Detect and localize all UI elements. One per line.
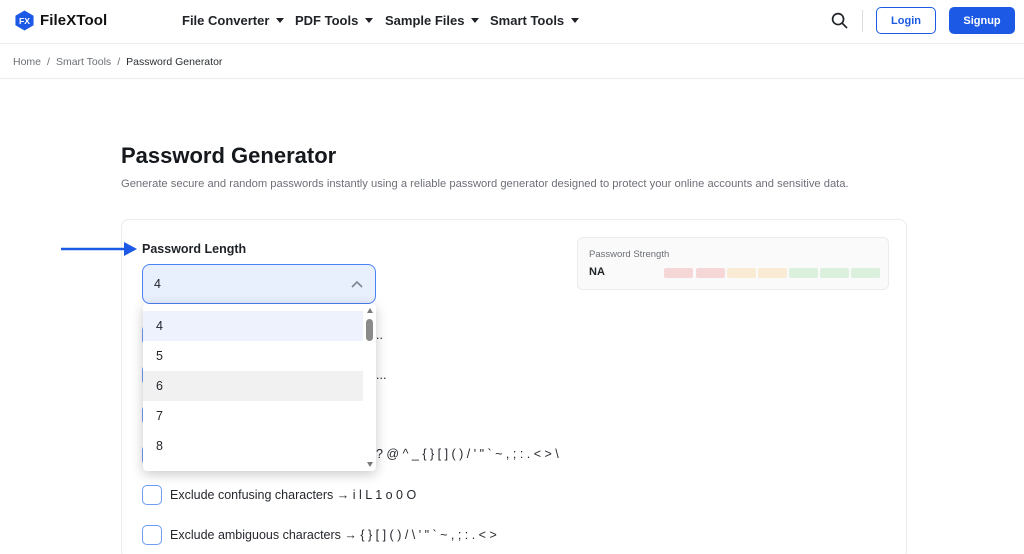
nav-sample-files[interactable]: Sample Files bbox=[385, 13, 480, 28]
exclude-ambiguous-option[interactable]: Exclude ambiguous characters → { } [ ] (… bbox=[142, 525, 497, 545]
nav-label: PDF Tools bbox=[295, 13, 359, 28]
breadcrumb-smart-tools[interactable]: Smart Tools bbox=[56, 56, 111, 68]
strength-segment bbox=[789, 268, 818, 278]
strength-value: NA bbox=[589, 266, 605, 278]
strength-segment bbox=[851, 268, 880, 278]
nav-label: Smart Tools bbox=[490, 13, 565, 28]
breadcrumb-current: Password Generator bbox=[126, 56, 223, 68]
caret-down-icon bbox=[471, 18, 480, 23]
strength-segment bbox=[820, 268, 849, 278]
dropdown-option-6[interactable]: 6 bbox=[143, 371, 363, 401]
search-icon[interactable] bbox=[831, 12, 848, 29]
exclude-confusing-label: Exclude confusing characters → i l L 1 o… bbox=[170, 488, 417, 502]
breadcrumb-bar: Home / Smart Tools / Password Generator bbox=[0, 45, 1024, 79]
chevron-up-icon bbox=[351, 280, 363, 288]
dropdown-option-4[interactable]: 4 bbox=[143, 311, 363, 341]
select-value: 4 bbox=[154, 277, 161, 291]
nav-label: Sample Files bbox=[385, 13, 465, 28]
nav-smart-tools[interactable]: Smart Tools bbox=[490, 13, 580, 28]
exclude-confusing-option[interactable]: Exclude confusing characters → i l L 1 o… bbox=[142, 485, 416, 505]
exclude-ambiguous-label: Exclude ambiguous characters → { } [ ] (… bbox=[170, 528, 497, 542]
top-navbar: FX FileXTool File Converter PDF Tools Sa… bbox=[0, 0, 1024, 44]
page-title: Password Generator bbox=[121, 143, 337, 168]
breadcrumb: Home / Smart Tools / Password Generator bbox=[13, 56, 222, 68]
strength-label: Password Strength bbox=[589, 249, 670, 260]
caret-down-icon bbox=[365, 18, 374, 23]
breadcrumb-home[interactable]: Home bbox=[13, 56, 41, 68]
breadcrumb-separator: / bbox=[47, 56, 50, 68]
exclude-confusing-checkbox[interactable] bbox=[142, 485, 162, 505]
svg-text:FX: FX bbox=[19, 16, 30, 26]
scroll-down-icon[interactable] bbox=[367, 462, 373, 467]
breadcrumb-separator: / bbox=[117, 56, 121, 68]
brand-name: FileXTool bbox=[40, 12, 108, 29]
exclude-ambiguous-checkbox[interactable] bbox=[142, 525, 162, 545]
arrow-right-icon bbox=[61, 242, 137, 256]
header-divider bbox=[862, 10, 863, 32]
dropdown-option-5[interactable]: 5 bbox=[143, 341, 363, 371]
brand-logo[interactable]: FX FileXTool bbox=[14, 10, 107, 31]
option-label-tail: ? @ ^ _ { } [ ] ( ) / ' " ` ~ , ; : . < … bbox=[376, 447, 559, 461]
login-button[interactable]: Login bbox=[876, 7, 936, 34]
scroll-up-icon[interactable] bbox=[367, 308, 373, 313]
option-label-tail: ... bbox=[376, 368, 387, 382]
strength-segment bbox=[664, 268, 693, 278]
caret-down-icon bbox=[276, 18, 285, 23]
nav-label: File Converter bbox=[182, 13, 270, 28]
strength-segment bbox=[727, 268, 756, 278]
password-length-dropdown[interactable]: 4 5 6 7 8 bbox=[143, 304, 376, 471]
password-length-select[interactable]: 4 bbox=[142, 264, 376, 304]
option-label-tail: .. bbox=[376, 328, 383, 342]
nav-file-converter[interactable]: File Converter bbox=[182, 13, 285, 28]
caret-down-icon bbox=[571, 18, 580, 23]
password-length-label: Password Length bbox=[142, 242, 247, 256]
dropdown-option-7[interactable]: 7 bbox=[143, 401, 363, 431]
scrollbar-thumb[interactable] bbox=[366, 319, 373, 341]
nav-pdf-tools[interactable]: PDF Tools bbox=[295, 13, 374, 28]
page-description: Generate secure and random passwords ins… bbox=[121, 178, 849, 190]
logo-icon: FX bbox=[15, 10, 34, 31]
dropdown-option-8[interactable]: 8 bbox=[143, 431, 363, 461]
strength-segment bbox=[696, 268, 725, 278]
dropdown-scrollbar[interactable] bbox=[364, 304, 376, 471]
signup-button[interactable]: Signup bbox=[949, 7, 1015, 34]
password-strength-panel: Password Strength NA bbox=[577, 237, 889, 290]
strength-segment bbox=[758, 268, 787, 278]
